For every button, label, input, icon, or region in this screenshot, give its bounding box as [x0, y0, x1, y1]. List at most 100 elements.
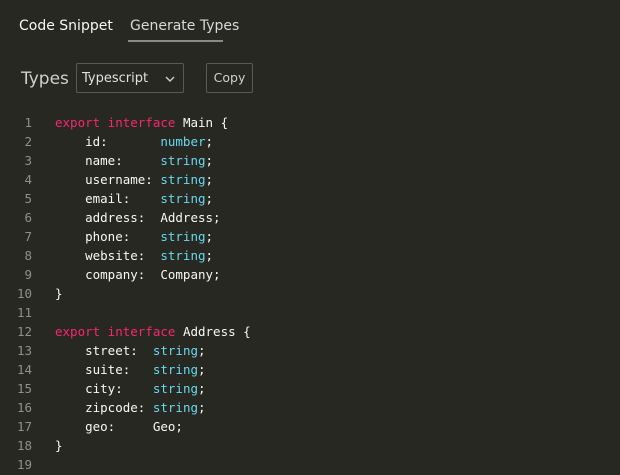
- line-number: 5: [24, 191, 32, 206]
- line-number: 9: [24, 267, 32, 282]
- code-line: 9 company: Company;: [0, 265, 620, 284]
- code-text: export interface Address {: [55, 322, 251, 341]
- code-text: email: string;: [55, 189, 213, 208]
- code-token: ;: [205, 134, 214, 149]
- active-tab-indicator: [128, 40, 223, 42]
- code-text: street: string;: [55, 341, 206, 360]
- code-line: 19: [0, 455, 620, 474]
- code-type: string: [152, 400, 198, 415]
- code-text: }: [55, 284, 63, 303]
- code-token: ;: [205, 153, 214, 168]
- code-token: city:: [55, 381, 153, 396]
- tab-generate-types[interactable]: Generate Types: [130, 18, 239, 34]
- line-number: 13: [16, 343, 32, 358]
- code-line: 11: [0, 303, 620, 322]
- code-text: name: string;: [55, 151, 213, 170]
- code-text: export interface Main {: [55, 113, 228, 132]
- copy-button[interactable]: Copy: [206, 63, 253, 93]
- code-line: 15 city: string;: [0, 379, 620, 398]
- line-number: 2: [24, 134, 32, 149]
- code-line: 13 street: string;: [0, 341, 620, 360]
- code-text: city: string;: [55, 379, 206, 398]
- code-line: 14 suite: string;: [0, 360, 620, 379]
- code-line: 16 zipcode: string;: [0, 398, 620, 417]
- code-text: address: Address;: [55, 208, 221, 227]
- code-type: string: [160, 191, 206, 206]
- code-token: Main {: [182, 115, 229, 130]
- code-token: ;: [198, 400, 206, 415]
- tab-code-snippet[interactable]: Code Snippet: [19, 18, 113, 34]
- code-line: 6 address: Address;: [0, 208, 620, 227]
- line-number: 3: [24, 153, 32, 168]
- code-type: string: [152, 381, 198, 396]
- line-number: 17: [16, 419, 32, 434]
- code-token: ;: [205, 229, 214, 244]
- line-number: 16: [16, 400, 32, 415]
- code-token: company: Company;: [55, 267, 221, 282]
- code-token: website:: [55, 248, 161, 263]
- code-token: ;: [198, 343, 206, 358]
- code-token: address: Address;: [55, 210, 221, 225]
- code-type: string: [160, 248, 206, 263]
- line-number: 10: [16, 286, 32, 301]
- code-line: 10}: [0, 284, 620, 303]
- code-token: id:: [55, 134, 161, 149]
- language-select[interactable]: Typescript: [76, 63, 184, 93]
- code-token: ;: [198, 381, 206, 396]
- code-token: email:: [55, 191, 161, 206]
- code-token: phone:: [55, 229, 161, 244]
- code-text: suite: string;: [55, 360, 206, 379]
- code-line: 3 name: string;: [0, 151, 620, 170]
- code-text: company: Company;: [55, 265, 221, 284]
- code-text: geo: Geo;: [55, 417, 183, 436]
- code-type: string: [152, 343, 198, 358]
- code-token: suite:: [55, 362, 153, 377]
- line-number: 11: [16, 305, 32, 320]
- code-token: zipcode:: [55, 400, 153, 415]
- code-line: 5 email: string;: [0, 189, 620, 208]
- code-token: Address {: [182, 324, 251, 339]
- line-number: 8: [24, 248, 32, 263]
- code-token: street:: [55, 343, 153, 358]
- code-token: }: [55, 438, 63, 453]
- code-line: 12 export interface Address {: [0, 322, 620, 341]
- line-number: 19: [16, 457, 32, 472]
- chevron-down-icon: [165, 76, 175, 82]
- code-token: ;: [198, 362, 206, 377]
- code-token: geo: Geo;: [55, 419, 183, 434]
- line-number: 7: [24, 229, 32, 244]
- line-number: 14: [16, 362, 32, 377]
- code-line: 2 id: number;: [0, 132, 620, 151]
- code-token: ;: [205, 191, 214, 206]
- types-label: Types: [21, 69, 69, 89]
- code-type: number: [160, 134, 206, 149]
- line-number: 12: [16, 324, 32, 339]
- code-text: zipcode: string;: [55, 398, 206, 417]
- code-token: username:: [55, 172, 161, 187]
- code-editor[interactable]: 1 export interface Main {2 id: number; 3 n…: [0, 113, 620, 475]
- code-keyword: export interface: [55, 115, 183, 130]
- code-line: 18}: [0, 436, 620, 455]
- code-text: website: string;: [55, 246, 213, 265]
- code-type: string: [160, 153, 206, 168]
- code-type: string: [160, 172, 206, 187]
- code-token: ;: [205, 172, 214, 187]
- code-text: phone: string;: [55, 227, 213, 246]
- code-token: }: [55, 286, 63, 301]
- line-number: 15: [16, 381, 32, 396]
- line-number: 1: [24, 115, 32, 130]
- code-keyword: export interface: [55, 324, 183, 339]
- code-text: username: string;: [55, 170, 213, 189]
- code-type: string: [152, 362, 198, 377]
- code-line: 4 username: string;: [0, 170, 620, 189]
- code-type: string: [160, 229, 206, 244]
- code-token: name:: [55, 153, 161, 168]
- tab-bar: Code Snippet Generate Types: [0, 0, 620, 46]
- code-line: 8 website: string;: [0, 246, 620, 265]
- code-token: ;: [205, 248, 214, 263]
- line-number: 6: [24, 210, 32, 225]
- code-line: 7 phone: string;: [0, 227, 620, 246]
- code-text: }: [55, 436, 63, 455]
- code-line: 17 geo: Geo;: [0, 417, 620, 436]
- line-number: 18: [16, 438, 32, 453]
